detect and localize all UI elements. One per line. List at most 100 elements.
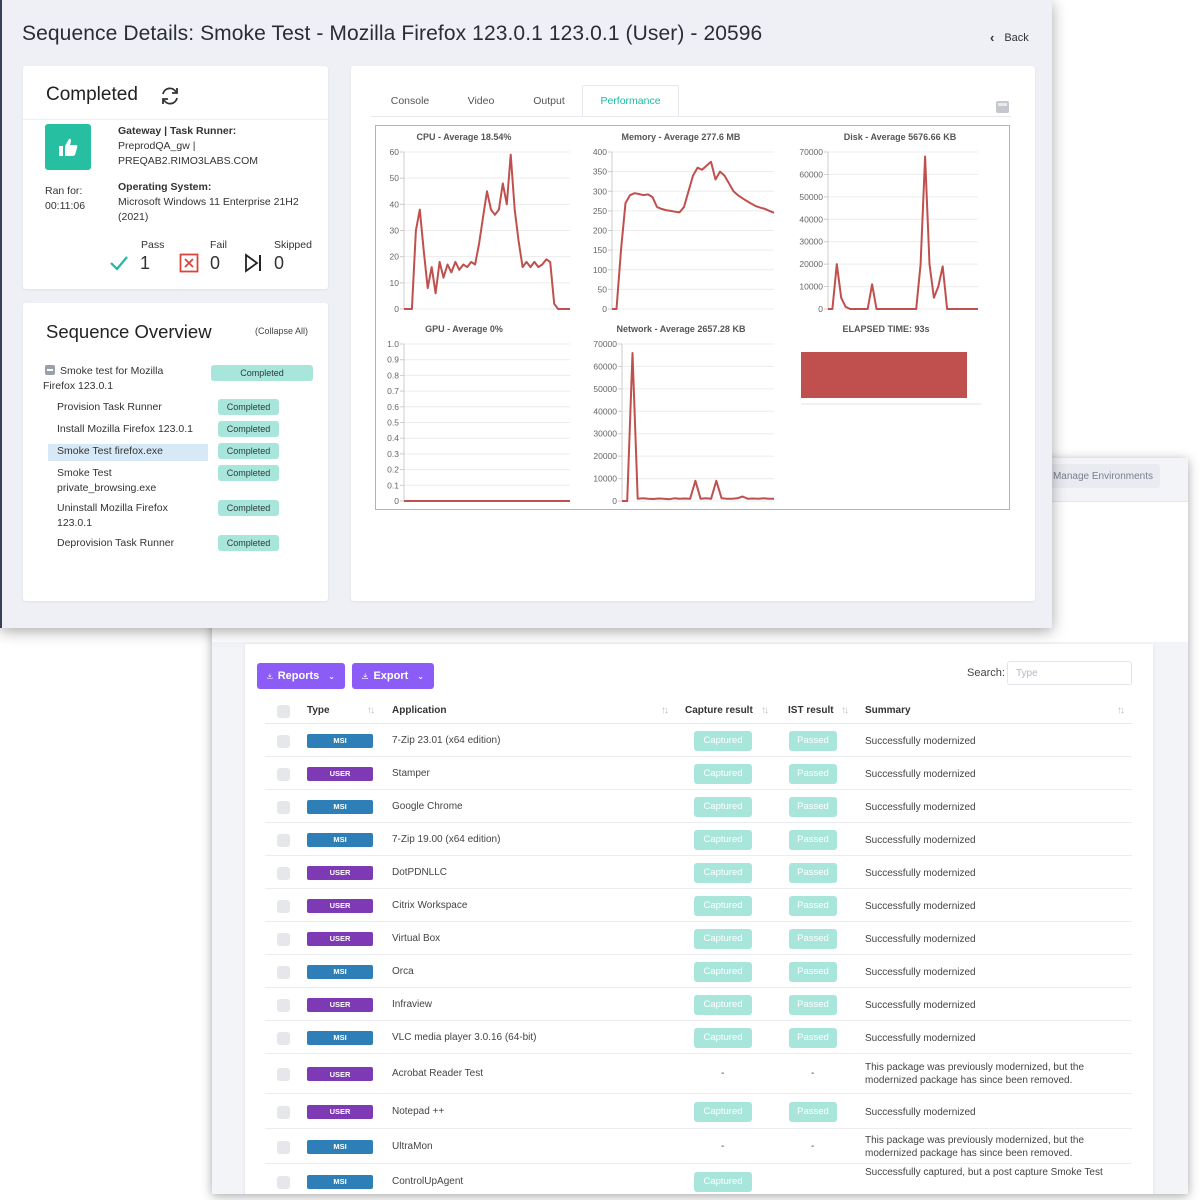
row-checkbox[interactable] — [277, 899, 290, 913]
sort-icon[interactable]: ↑↓ — [661, 705, 669, 716]
sort-icon[interactable]: ↑↓ — [367, 705, 375, 716]
thumbs-up-icon — [45, 124, 91, 170]
row-checkbox[interactable] — [277, 800, 290, 814]
table-row[interactable]: MSI Orca Captured Passed Successfully modern… — [265, 955, 1132, 988]
refresh-icon[interactable] — [159, 85, 181, 107]
type-badge: MSI — [307, 964, 373, 979]
collapse-icon[interactable] — [45, 365, 55, 375]
y-tick-label: 400 — [593, 147, 607, 157]
table-row[interactable]: MSI 7-Zip 23.01 (x64 edition) Captured Pass… — [265, 724, 1132, 757]
check-icon — [110, 256, 128, 271]
chevron-left-icon: ‹ — [990, 30, 995, 45]
y-tick-label: 0.2 — [387, 465, 399, 475]
status-title: Completed — [46, 84, 138, 105]
application-name: ControlUpAgent — [392, 1175, 464, 1187]
tab-output[interactable]: Output — [519, 85, 579, 117]
summary: Successfully modernized — [865, 735, 976, 747]
skipped-label: Skipped — [274, 239, 312, 251]
collapse-all-link[interactable]: (Collapse All) — [255, 326, 308, 336]
table-row[interactable]: MSI VLC media player 3.0.16 (64-bit) Captu… — [265, 1021, 1132, 1054]
performance-card: Console Video Output Performance CPU - Aver… — [351, 66, 1035, 601]
overview-step[interactable]: Smoke Test firefox.exe — [57, 444, 163, 459]
row-checkbox[interactable] — [277, 932, 290, 946]
row-checkbox[interactable] — [277, 1140, 290, 1154]
select-all-checkbox[interactable] — [277, 705, 290, 718]
skip-icon — [245, 253, 261, 273]
back-button[interactable]: ‹ Back — [990, 30, 1029, 45]
overview-step[interactable]: Uninstall Mozilla Firefox 123.0.1 — [57, 501, 168, 531]
type-badge: MSI — [307, 1139, 373, 1154]
table-row[interactable]: MSI UltraMon - - This package was previously… — [265, 1129, 1132, 1164]
table-row[interactable]: USER Infraview Captured Passed Successfully … — [265, 988, 1132, 1021]
applications-table-panel: Reports ⌄ Export ⌄ Search: Type ↑↓ Appli… — [245, 644, 1153, 1194]
overview-step[interactable]: Smoke Test private_browsing.exe — [57, 466, 156, 496]
application-name: Infraview — [392, 998, 433, 1010]
overview-step[interactable]: Deprovision Task Runner — [57, 536, 174, 551]
row-checkbox[interactable] — [277, 833, 290, 847]
column-header-application[interactable]: Application — [392, 705, 446, 716]
fail-label: Fail — [210, 239, 227, 251]
ist-result-badge: Passed — [789, 928, 837, 949]
tab-video[interactable]: Video — [451, 85, 511, 117]
chart-title: Network - Average 2657.28 KB — [617, 324, 746, 334]
search-input[interactable] — [1007, 661, 1132, 685]
table-row[interactable]: USER DotPDNLLC Captured Passed Successfully … — [265, 856, 1132, 889]
row-checkbox[interactable] — [277, 1105, 290, 1119]
overview-parent-item[interactable]: Smoke test for Mozilla Firefox 123.0.1 — [43, 364, 203, 394]
row-checkbox[interactable] — [277, 767, 290, 781]
y-tick-label: 0 — [394, 304, 399, 314]
export-button[interactable]: Export ⌄ — [352, 663, 434, 689]
overview-step[interactable]: Install Mozilla Firefox 123.0.1 — [57, 422, 193, 437]
tab-performance[interactable]: Performance — [582, 85, 679, 117]
minimize-icon[interactable] — [996, 101, 1009, 113]
row-checkbox[interactable] — [277, 1068, 290, 1081]
row-checkbox[interactable] — [277, 998, 290, 1012]
fail-count: 0 — [210, 253, 221, 273]
sort-icon[interactable]: ↑↓ — [841, 705, 849, 716]
overview-step[interactable]: Provision Task Runner — [57, 400, 162, 415]
y-tick-label: 0 — [818, 304, 823, 314]
y-tick-label: 50000 — [593, 384, 617, 394]
parent-line1: Smoke test for Mozilla — [60, 365, 164, 377]
column-header-ist-result[interactable]: IST result — [788, 705, 834, 716]
capture-result-badge: Captured — [694, 763, 752, 784]
column-header-type[interactable]: Type — [307, 705, 330, 716]
capture-result-badge: Captured — [694, 796, 752, 817]
application-name: DotPDNLLC — [392, 866, 448, 878]
row-checkbox[interactable] — [277, 1175, 290, 1189]
column-header-capture-result[interactable]: Capture result — [685, 705, 753, 716]
table-row[interactable]: MSI ControlUpAgent Captured Successfully ca… — [265, 1164, 1132, 1194]
summary: Successfully captured, but a post captur… — [865, 1167, 1103, 1178]
y-tick-label: 40000 — [593, 406, 617, 416]
application-name: Citrix Workspace — [392, 899, 468, 911]
table-row[interactable]: MSI 7-Zip 19.00 (x64 edition) Captured Pass… — [265, 823, 1132, 856]
y-tick-label: 0 — [612, 496, 617, 506]
row-checkbox[interactable] — [277, 866, 290, 880]
table-row[interactable]: USER Virtual Box Captured Passed Successfull… — [265, 922, 1132, 955]
y-tick-label: 50000 — [799, 192, 823, 202]
manage-environments-button[interactable]: Manage Environments — [1046, 464, 1160, 488]
table-row[interactable]: MSI Google Chrome Captured Passed Successful… — [265, 790, 1132, 823]
divider — [23, 119, 328, 120]
capture-result-badge: Captured — [694, 895, 752, 916]
tab-console[interactable]: Console — [371, 85, 449, 117]
status-badge: Completed — [218, 535, 279, 551]
page-title: Sequence Details: Smoke Test - Mozilla F… — [22, 22, 763, 45]
table-row[interactable]: USER Notepad ++ Captured Passed Successfully… — [265, 1094, 1132, 1129]
row-checkbox[interactable] — [277, 965, 290, 979]
y-tick-label: 0.8 — [387, 370, 399, 380]
reports-button[interactable]: Reports ⌄ — [257, 663, 345, 689]
tab-bar: Console Video Output Performance — [371, 85, 991, 117]
sort-icon[interactable]: ↑↓ — [1117, 705, 1125, 716]
sort-icon[interactable]: ↑↓ — [761, 705, 769, 716]
y-tick-label: 0.4 — [387, 433, 399, 443]
row-checkbox[interactable] — [277, 1031, 290, 1045]
column-header-summary[interactable]: Summary — [865, 705, 911, 716]
table-row[interactable]: USER Acrobat Reader Test - - This package wa… — [265, 1054, 1132, 1094]
row-checkbox[interactable] — [277, 734, 290, 748]
reports-label: Reports — [277, 670, 320, 682]
table-row[interactable]: USER Citrix Workspace Captured Passed Succes… — [265, 889, 1132, 922]
capture-result-badge: Captured — [694, 1101, 752, 1122]
y-tick-label: 0.5 — [387, 418, 399, 428]
table-row[interactable]: USER Stamper Captured Passed Successfully mo… — [265, 757, 1132, 790]
